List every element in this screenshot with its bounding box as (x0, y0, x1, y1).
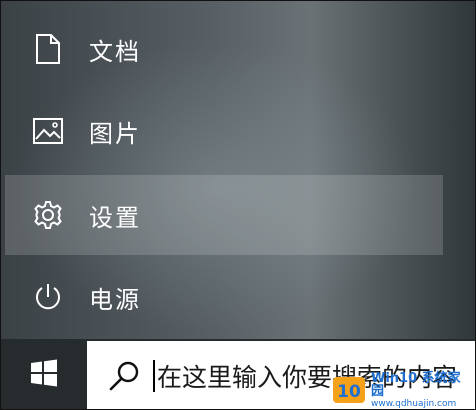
start-menu-item-label: 电源 (89, 285, 141, 314)
start-menu-item-settings[interactable]: 设置 (5, 175, 443, 255)
start-menu-item-pictures[interactable]: 图片 (5, 91, 443, 171)
text-caret (153, 360, 155, 392)
start-menu-panel: 文档 图片 设置 电源 (1, 1, 475, 339)
document-icon (33, 34, 63, 64)
windows-logo-icon (30, 359, 58, 391)
start-menu-item-label: 图片 (89, 119, 141, 148)
pictures-icon (33, 116, 63, 146)
watermark-logo-text: 10 (337, 382, 361, 402)
watermark: 10 Win10 系统家园 www.qdhuajin.com (333, 370, 473, 409)
start-menu-item-documents[interactable]: 文档 (5, 9, 443, 89)
watermark-url: www.qdhuajin.com (371, 398, 457, 409)
gear-icon (33, 200, 63, 230)
start-menu-item-label: 文档 (89, 37, 141, 66)
start-menu-item-label: 设置 (89, 203, 141, 232)
power-icon (33, 282, 63, 312)
watermark-title: Win10 系统家园 (371, 370, 461, 399)
watermark-logo-icon: 10 (333, 375, 367, 405)
search-icon (107, 359, 141, 393)
screenshot-frame: 文档 图片 设置 电源 在这里输入你要搜索的内容 10 Win10 系统家园 w… (0, 0, 476, 410)
start-button[interactable] (1, 339, 87, 409)
start-menu-item-power[interactable]: 电源 (5, 257, 443, 337)
